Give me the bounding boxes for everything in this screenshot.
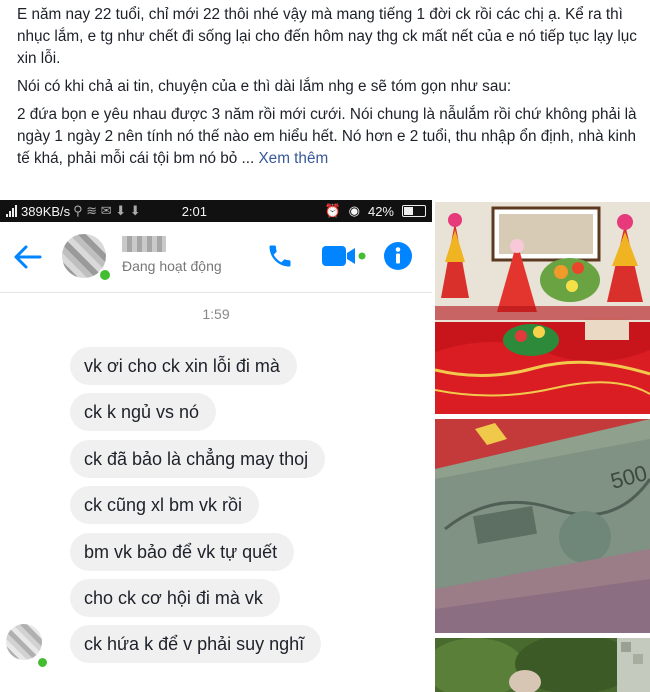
online-indicator <box>98 268 112 282</box>
battery-percent: 42% <box>367 203 394 219</box>
message-bubble[interactable]: bm vk bảo để vk tự quết <box>70 533 295 571</box>
network-speed: 389KB/s <box>21 203 71 219</box>
sender-avatar <box>6 624 42 660</box>
signal-icon <box>6 205 17 217</box>
back-arrow-icon[interactable] <box>12 244 42 270</box>
banknotes-image: 500 <box>435 419 650 633</box>
phone-icon[interactable] <box>266 242 294 270</box>
message-bubble[interactable]: ck cũng xl bm vk rồi <box>70 486 260 524</box>
status-icons: ⚲ ≋ ✉ ⬇ ⬇ <box>73 203 141 218</box>
message-bubble[interactable]: ck k ngủ vs nó <box>70 393 217 431</box>
message-bubble[interactable]: vk ơi cho ck xin lỗi đi mà <box>70 347 297 385</box>
video-icon[interactable] <box>322 244 366 268</box>
post-paragraph-3: 2 đứa bọn e yêu nhau được 3 năm rồi mới … <box>17 104 637 170</box>
message-bubble[interactable]: ck đã bảo là chẳng may thoj <box>70 440 326 478</box>
status-time: 2:01 <box>181 203 208 219</box>
contact-status: Đang hoạt động <box>122 258 222 274</box>
post-text: E năm nay 22 tuổi, chỉ mới 22 thôi nhé v… <box>17 4 637 176</box>
outdoor-image <box>435 638 650 692</box>
battery-icon <box>402 205 426 217</box>
chat-body: 1:59 vk ơi cho ck xin lỗi đi mà ck k ngủ… <box>0 292 432 692</box>
see-more-link[interactable]: Xem thêm <box>258 150 328 167</box>
eye-icon: ◉ <box>348 203 360 218</box>
message-bubble[interactable]: cho ck cơ hội đi mà vk <box>70 579 280 617</box>
alarm-icon: ⏰ <box>324 203 341 218</box>
sender-online-indicator <box>36 656 49 669</box>
chat-screenshot: 389KB/s ⚲ ≋ ✉ ⬇ ⬇ 2:01 ⏰ ◉ 42% Đang hoạt… <box>0 200 432 692</box>
post-paragraph-2: Nói có khi chả ai tin, chuyện của e thì … <box>17 78 512 95</box>
post-paragraph-1: E năm nay 22 tuổi, chỉ mới 22 thôi nhé v… <box>17 6 637 67</box>
info-icon[interactable] <box>383 241 413 271</box>
chat-header: Đang hoạt động <box>0 222 432 293</box>
status-bar: 389KB/s ⚲ ≋ ✉ ⬇ ⬇ 2:01 ⏰ ◉ 42% <box>0 200 432 222</box>
contact-name-blurred <box>122 236 166 252</box>
money-banknotes-photo[interactable]: 500 <box>435 419 650 633</box>
message-timestamp: 1:59 <box>202 306 230 322</box>
wedding-tray-image <box>435 202 650 414</box>
outdoor-photo[interactable] <box>435 638 650 692</box>
message-bubble[interactable]: ck hứa k để v phải suy nghĩ <box>70 625 322 663</box>
wedding-tray-photo[interactable] <box>435 202 650 414</box>
